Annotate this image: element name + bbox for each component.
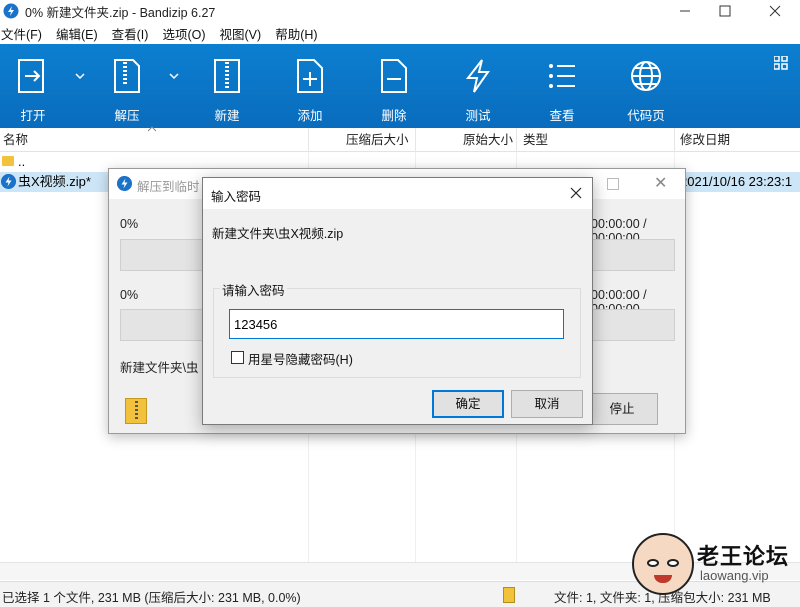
column-name[interactable]: 名称 (0, 128, 28, 152)
watermark-mascot-icon (632, 533, 694, 595)
status-selection: 已选择 1 个文件, 231 MB (压缩后大小: 231 MB, 0.0%) (2, 591, 301, 605)
column-modified-date[interactable]: 修改日期 (677, 128, 730, 152)
toolbar-view-label: 查看 (549, 109, 575, 123)
watermark-url: laowang.vip (700, 568, 769, 583)
extract-dialog-maximize-icon[interactable] (607, 178, 619, 190)
toolbar-new-label: 新建 (214, 109, 240, 123)
watermark-brand: 老王论坛 (697, 544, 790, 569)
column-packed-size[interactable]: 压缩后大小 (343, 128, 409, 152)
toolbar-extract-button[interactable]: 解压 (97, 44, 157, 128)
toolbar-test-button[interactable]: 测试 (448, 44, 508, 128)
password-dialog: 输入密码 新建文件夹\虫X视频.zip 请输入密码 用星号隐藏密码(H) 确定 … (202, 177, 593, 425)
password-input[interactable] (229, 309, 564, 339)
toolbar-open-label: 打开 (20, 109, 46, 123)
extract-dropdown-chevron-icon[interactable] (168, 70, 180, 82)
new-archive-icon (214, 59, 240, 93)
progress-percent-current: 0% (120, 217, 139, 231)
file-modified-date: 2021/10/16 23:23:1 (680, 174, 793, 189)
close-icon[interactable] (570, 187, 582, 199)
minimize-icon (680, 10, 690, 12)
column-original-size[interactable]: 原始大小 (460, 128, 513, 152)
folder-icon (2, 156, 14, 166)
column-divider[interactable] (415, 128, 416, 152)
toolbar-codepage-button[interactable]: 代码页 (616, 44, 676, 128)
file-name: 虫X视频.zip* (18, 174, 91, 189)
open-dropdown-chevron-icon[interactable] (74, 70, 86, 82)
password-dialog-titlebar: 输入密码 (203, 178, 592, 209)
progress-percent-total: 0% (120, 288, 139, 302)
test-icon (465, 59, 490, 93)
extract-dialog-close-icon[interactable]: ✕ (654, 173, 667, 193)
close-button[interactable] (752, 0, 798, 22)
file-name: .. (18, 154, 26, 169)
bandizip-app-icon (3, 3, 19, 19)
column-divider[interactable] (674, 128, 675, 152)
stop-button[interactable]: 停止 (586, 393, 658, 425)
hide-password-checkbox[interactable] (231, 351, 244, 364)
toolbar-add-label: 添加 (297, 109, 323, 123)
archive-zip-icon (503, 587, 515, 603)
menu-help[interactable]: 帮助(H) (274, 24, 318, 43)
layout-grid-icon[interactable] (774, 56, 788, 70)
archive-zip-icon (125, 398, 147, 424)
menu-bar: 文件(F) 编辑(E) 查看(I) 选项(O) 视图(V) 帮助(H) (0, 22, 800, 44)
file-list-header: 名称 压缩后大小 原始大小 类型 修改日期 (0, 128, 800, 152)
menu-options[interactable]: 选项(O) (161, 24, 206, 43)
toolbar-codepage-label: 代码页 (627, 109, 665, 123)
extract-icon (114, 59, 140, 93)
password-group-label: 请输入密码 (220, 280, 287, 299)
bandizip-file-icon (1, 174, 16, 189)
view-icon (549, 64, 575, 88)
toolbar-test-label: 测试 (465, 109, 491, 123)
column-divider[interactable] (308, 128, 309, 152)
cancel-button[interactable]: 取消 (511, 390, 583, 418)
column-divider[interactable] (516, 128, 517, 152)
ok-button[interactable]: 确定 (432, 390, 504, 418)
open-icon (18, 59, 44, 93)
column-type[interactable]: 类型 (520, 128, 548, 152)
maximize-button[interactable] (702, 0, 748, 22)
toolbar-extract-label: 解压 (114, 109, 140, 123)
sort-ascending-icon (147, 126, 157, 132)
extract-current-path: 新建文件夹\虫 (120, 361, 199, 375)
archive-path: 新建文件夹\虫X视频.zip (212, 227, 344, 241)
toolbar-view-button[interactable]: 查看 (532, 44, 592, 128)
extract-dialog-title: 解压到临时 (137, 180, 200, 194)
toolbar-delete-label: 删除 (381, 109, 407, 123)
menu-find[interactable]: 查看(I) (111, 24, 150, 43)
menu-file[interactable]: 文件(F) (0, 24, 43, 43)
password-dialog-title: 输入密码 (211, 190, 262, 204)
close-icon (769, 5, 781, 17)
maximize-icon (719, 5, 731, 17)
delete-file-icon (381, 59, 407, 93)
toolbar-delete-button[interactable]: 删除 (364, 44, 424, 128)
toolbar-open-button[interactable]: 打开 (3, 44, 63, 128)
codepage-icon (631, 61, 661, 91)
toolbar-add-button[interactable]: 添加 (280, 44, 340, 128)
window-title: 0% 新建文件夹.zip - Bandizip 6.27 (25, 5, 216, 20)
toolbar: 打开 解压 新建 添加 删除 测试 查看 代码页 (0, 44, 800, 128)
add-file-icon (297, 59, 323, 93)
toolbar-new-button[interactable]: 新建 (197, 44, 257, 128)
menu-edit[interactable]: 编辑(E) (55, 24, 99, 43)
bandizip-app-icon (117, 176, 132, 191)
hide-password-label[interactable]: 用星号隐藏密码(H) (248, 349, 353, 368)
menu-view[interactable]: 视图(V) (219, 24, 263, 43)
